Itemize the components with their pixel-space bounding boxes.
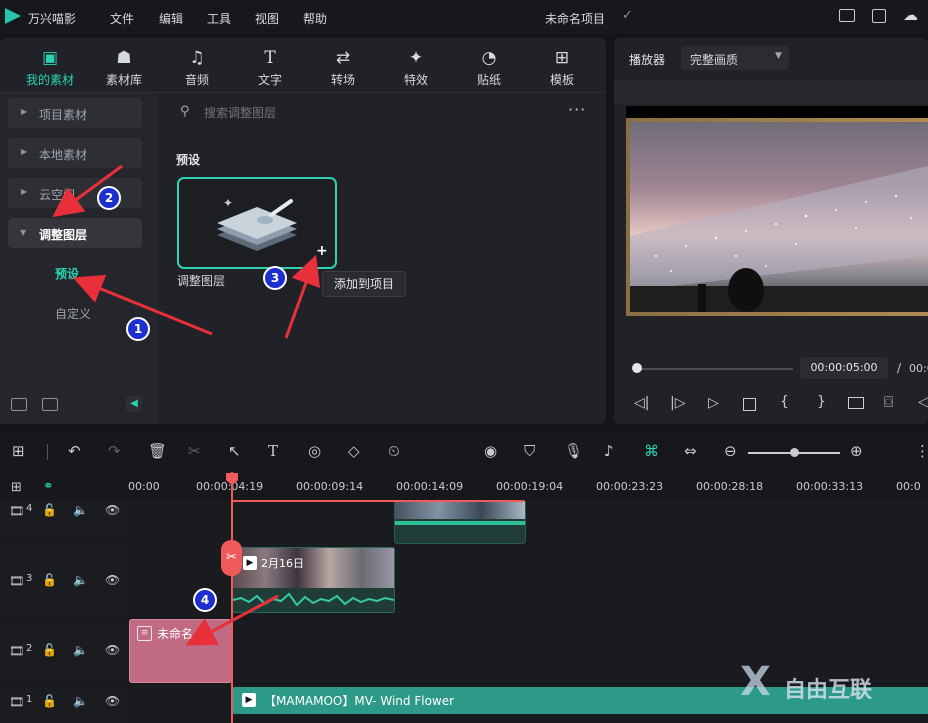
- annotation-badge-2: 2: [97, 186, 121, 210]
- annotation-arrows: [52, 164, 320, 646]
- watermark-logo-icon: X: [740, 659, 771, 705]
- annotation-badge-1: 1: [126, 317, 150, 341]
- annotation-badge-4: 4: [193, 588, 217, 612]
- annotation-badge-3: 3: [263, 266, 287, 290]
- watermark-text: 自由互联: [784, 678, 873, 703]
